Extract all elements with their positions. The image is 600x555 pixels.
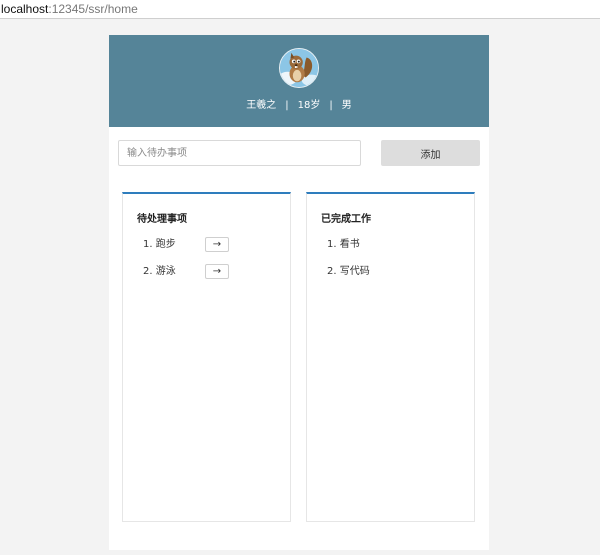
add-button[interactable]: 添加 — [381, 140, 480, 166]
profile-info: 王羲之 | 18岁 | 男 — [109, 99, 489, 113]
app-card: 王羲之 | 18岁 | 男 添加 待处理事项 1. 跑步 → 2. 游泳 → 已完成工作… — [109, 35, 489, 550]
list-item: 1. 跑步 → — [143, 237, 229, 253]
url-path: :12345/ssr/home — [48, 2, 138, 16]
separator: | — [329, 100, 333, 111]
item-index: 2. — [143, 266, 153, 277]
item-label: 跑步 — [155, 239, 176, 250]
squirrel-avatar-icon — [279, 48, 319, 88]
list-item: 2. 游泳 → — [143, 264, 229, 280]
item-label: 写代码 — [339, 266, 370, 277]
move-to-done-button[interactable]: → — [205, 264, 229, 279]
done-panel: 已完成工作 1. 看书 2. 写代码 — [306, 192, 475, 522]
profile-age: 18岁 — [297, 100, 321, 111]
pending-title: 待处理事项 — [137, 214, 187, 225]
item-label: 看书 — [339, 239, 360, 250]
move-to-done-button[interactable]: → — [205, 237, 229, 252]
todo-input[interactable] — [118, 140, 361, 166]
item-index: 1. — [143, 239, 153, 250]
item-label: 游泳 — [155, 266, 176, 277]
url-host: localhost — [1, 2, 49, 16]
address-bar[interactable]: localhost:12345/ssr/home — [0, 0, 600, 19]
done-title: 已完成工作 — [321, 214, 371, 225]
profile-header: 王羲之 | 18岁 | 男 — [109, 35, 489, 127]
item-index: 1. — [327, 239, 337, 250]
separator: | — [285, 100, 289, 111]
profile-gender: 男 — [341, 100, 352, 111]
item-index: 2. — [327, 266, 337, 277]
list-item: 2. 写代码 — [327, 264, 370, 280]
list-item: 1. 看书 — [327, 237, 360, 253]
pending-panel: 待处理事项 1. 跑步 → 2. 游泳 → — [122, 192, 291, 522]
profile-name: 王羲之 — [246, 100, 277, 111]
